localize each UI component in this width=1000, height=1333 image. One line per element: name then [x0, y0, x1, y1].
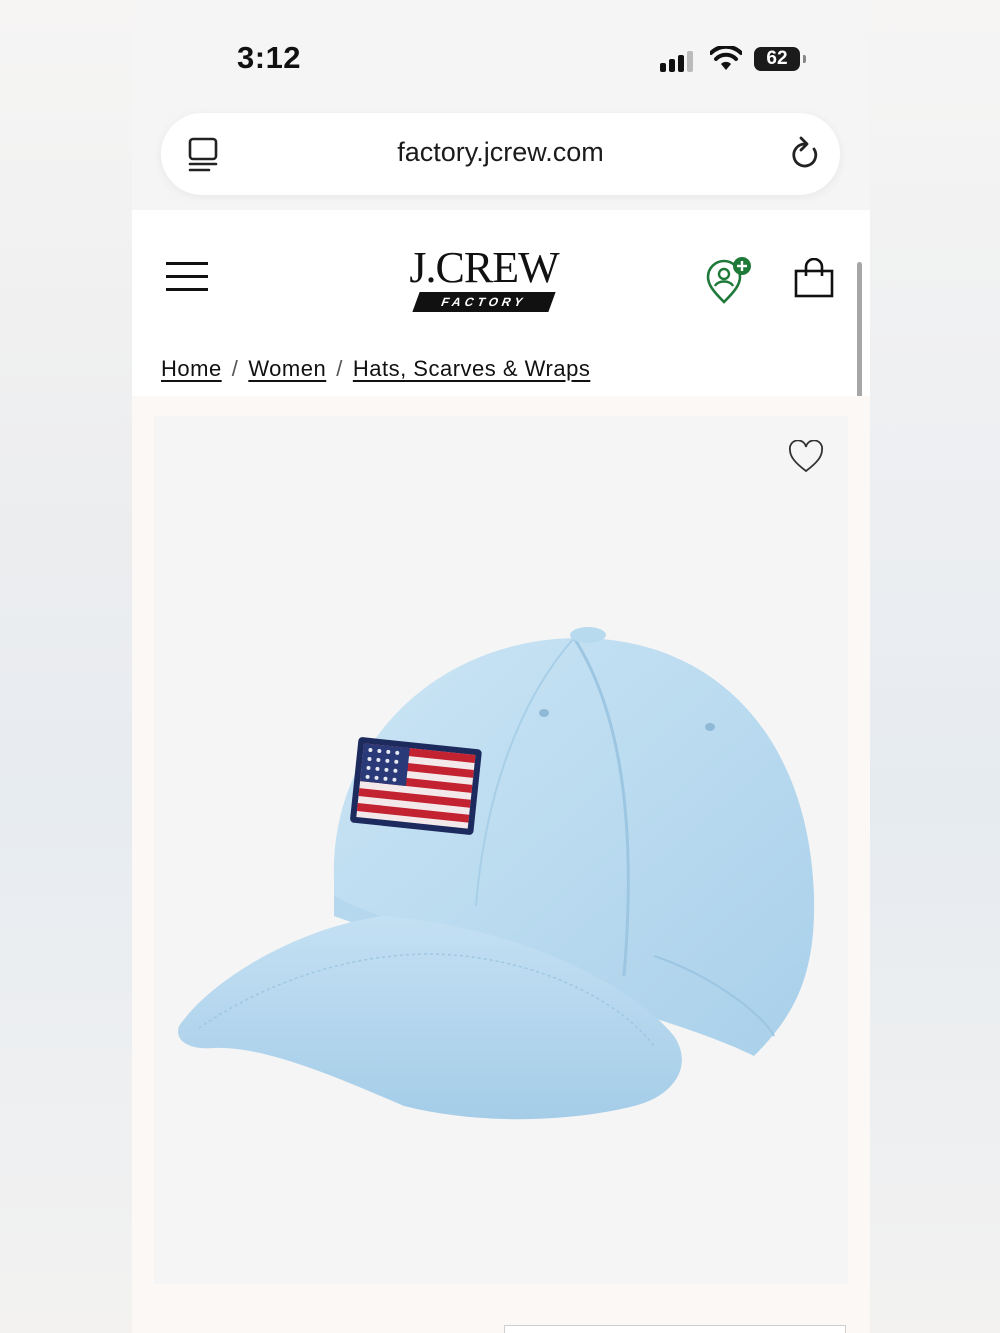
logo-main-text: J.CREW — [409, 243, 559, 292]
battery-indicator: 62 — [754, 47, 806, 71]
background-right — [870, 0, 1000, 1333]
status-time: 3:12 — [237, 40, 302, 75]
breadcrumb-separator: / — [231, 356, 239, 381]
rewards-icon[interactable] — [704, 256, 754, 304]
logo-sub-text: FACTORY — [412, 292, 556, 312]
breadcrumb-separator: / — [336, 356, 343, 381]
bag-icon[interactable] — [794, 258, 834, 298]
breadcrumb-hats-scarves-wraps[interactable]: Hats, Scarves & Wraps — [353, 356, 591, 381]
product-area — [132, 396, 870, 1333]
url-text[interactable]: factory.jcrew.com — [161, 137, 840, 168]
baseball-cap-image — [178, 627, 815, 1120]
heart-icon[interactable] — [788, 440, 824, 474]
jcrew-factory-logo[interactable]: J.CREW FACTORY — [394, 242, 574, 314]
breadcrumb: Home / Women / Hats, Scarves & Wraps — [161, 356, 590, 382]
menu-icon[interactable] — [166, 262, 208, 292]
breadcrumb-home[interactable]: Home — [161, 356, 222, 381]
next-panel-edge — [504, 1325, 846, 1333]
status-bar: 3:12 62 — [132, 0, 870, 110]
site-header: J.CREW FACTORY Home / Women / Hats, Scarves … — [132, 210, 870, 396]
reload-icon[interactable] — [788, 135, 822, 173]
wifi-icon — [710, 46, 742, 70]
cellular-signal-icon — [660, 50, 696, 72]
background-left — [0, 0, 132, 1333]
address-bar[interactable]: factory.jcrew.com — [161, 113, 840, 195]
product-image[interactable] — [154, 416, 848, 1284]
phone-screen: 3:12 62 factory.jcrew.com J.CREW FACTORY… — [132, 0, 870, 1333]
breadcrumb-women[interactable]: Women — [248, 356, 326, 381]
